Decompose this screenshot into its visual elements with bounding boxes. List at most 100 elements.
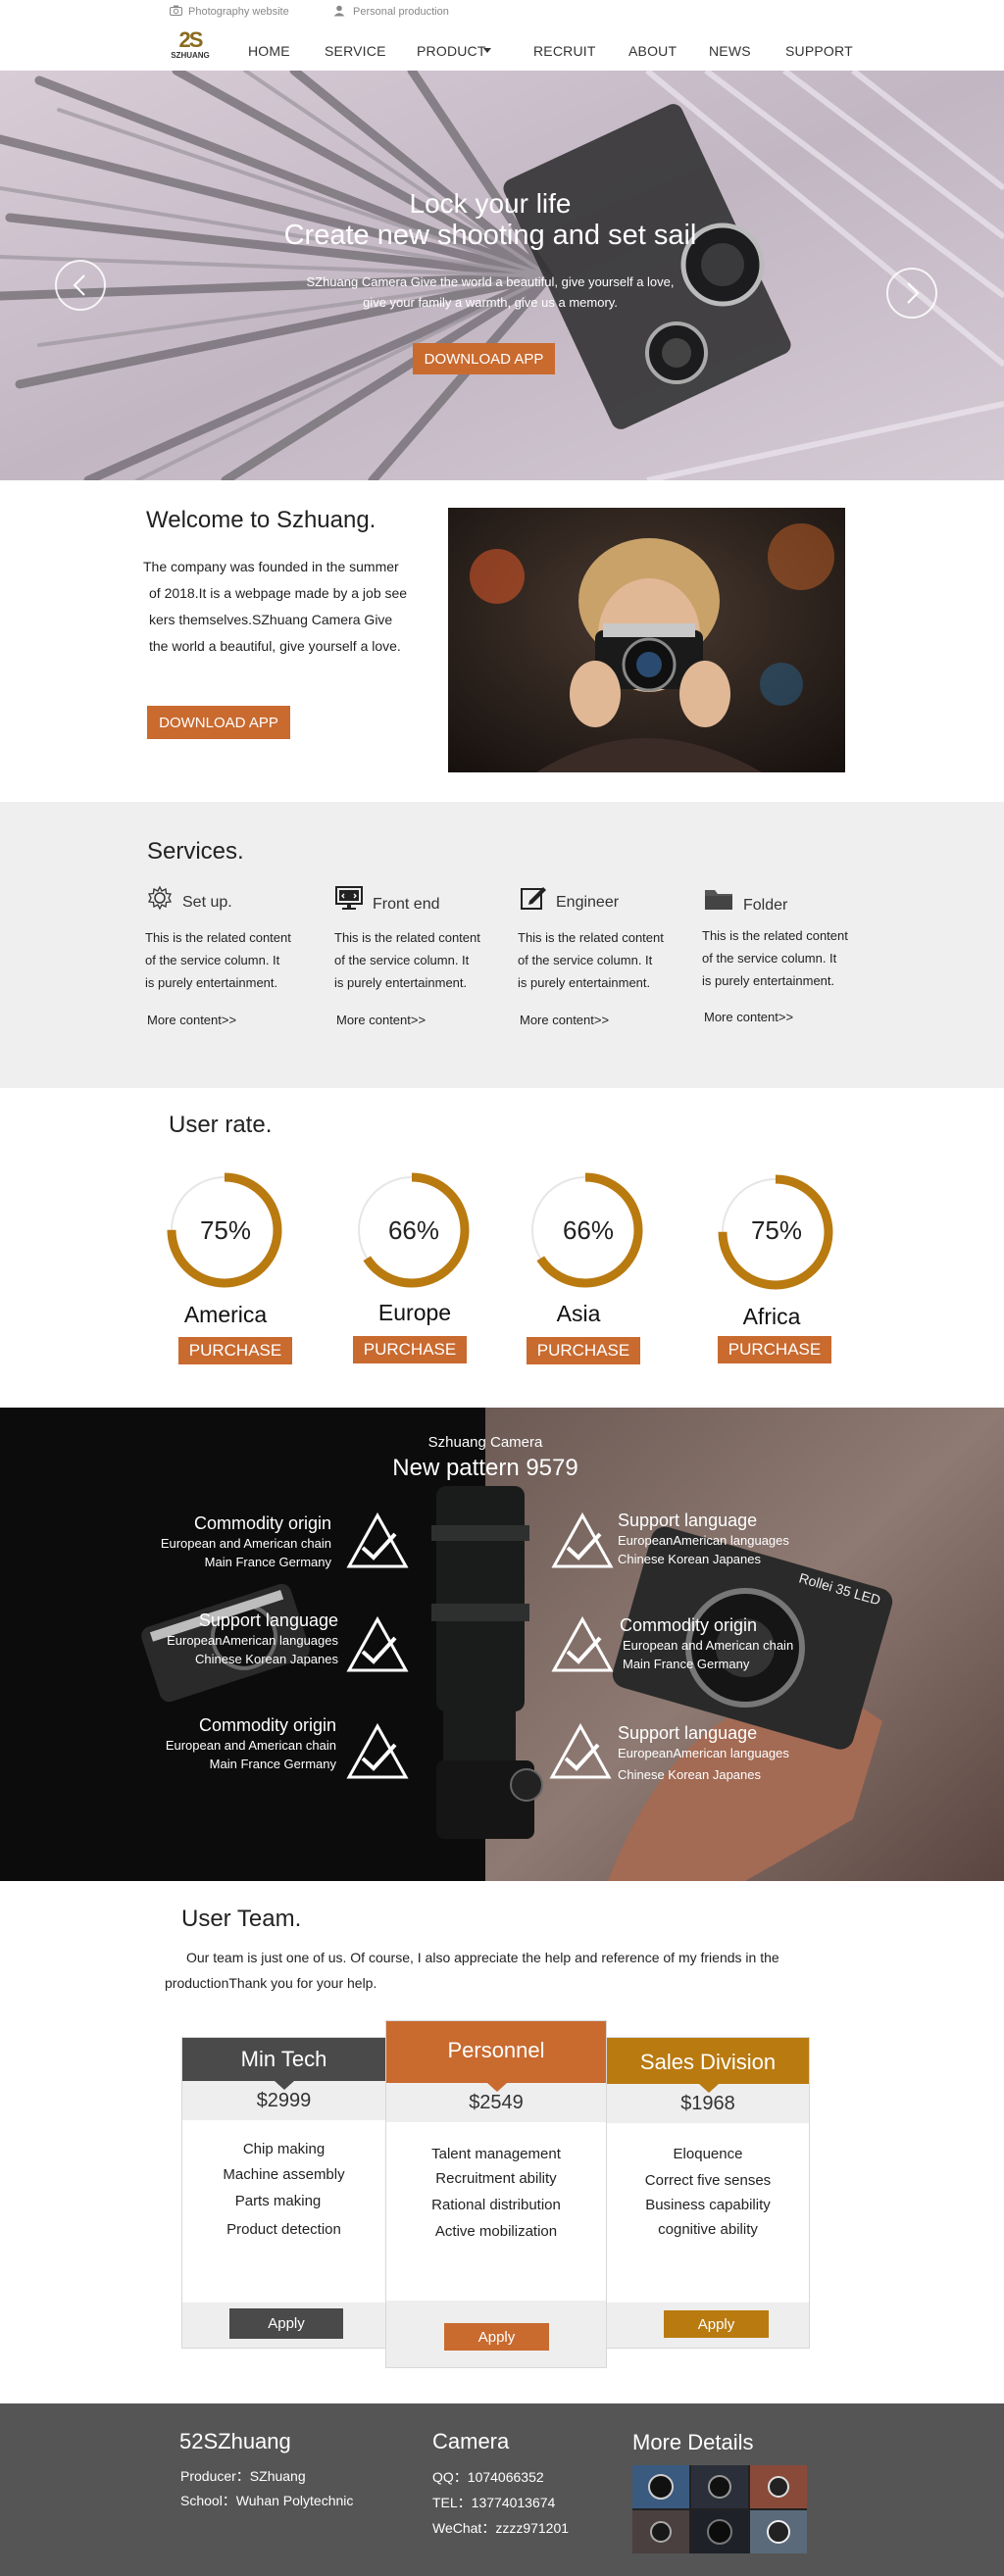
camera-small-icon — [170, 5, 182, 16]
hero-title-line1: Lock your life — [409, 188, 572, 219]
feature-line: Chinese Korean Japanes — [618, 1767, 761, 1782]
nav-about[interactable]: ABOUT — [628, 43, 677, 59]
service-desc-line: of the service column. It — [334, 953, 470, 967]
feature-line: EuropeanAmerican languages — [618, 1533, 789, 1548]
team-card: Personnel $2549 Talent management Recrui… — [385, 2020, 607, 2368]
feature-line: Main France Germany — [204, 1555, 331, 1569]
footer-gallery[interactable] — [632, 2465, 807, 2553]
hero-prev-arrow[interactable] — [55, 260, 106, 311]
hero-banner: Lock your life Create new shooting and s… — [0, 71, 1004, 480]
hero-desc-line2: give your family a warmth, give us a mem… — [363, 295, 618, 310]
topbar-right-text[interactable]: Personal production — [353, 6, 449, 18]
nav-home[interactable]: HOME — [248, 43, 290, 59]
service-desc-line: of the service column. It — [145, 953, 280, 967]
rate-region: Asia — [556, 1301, 601, 1326]
purchase-button[interactable]: PURCHASE — [178, 1337, 292, 1364]
footer: 52SZhuang Producer：SZhuang School：Wuhan … — [0, 2403, 1004, 2576]
service-desc: This is the related content of the servi… — [334, 926, 511, 994]
service-desc-line: is purely entertainment. — [518, 975, 651, 990]
service-more-link[interactable]: More content>> — [520, 1013, 609, 1027]
feature-title: Commodity origin — [198, 1715, 336, 1735]
service-desc-line: This is the related content — [518, 930, 664, 945]
card-item: Talent management — [431, 2146, 561, 2162]
footer-col2-title: Camera — [432, 2429, 510, 2453]
chevron-left-icon — [73, 274, 85, 296]
service-desc-line: This is the related content — [702, 928, 848, 943]
welcome-line: of 2018.It is a webpage made by a job se… — [149, 585, 408, 601]
service-more-link[interactable]: More content>> — [704, 1010, 793, 1024]
topbar-left-text[interactable]: Photography website — [188, 6, 289, 18]
triangle-check-icon — [346, 1511, 409, 1569]
service-desc-line: is purely entertainment. — [702, 973, 835, 988]
triangle-check-icon — [551, 1615, 614, 1673]
feature-title: Support language — [618, 1511, 758, 1530]
card-header: Min Tech — [182, 2038, 385, 2081]
footer-col1-title: 52SZhuang — [179, 2429, 291, 2453]
nav-support[interactable]: SUPPORT — [785, 43, 853, 59]
logo-mark: 2S — [178, 27, 204, 52]
chevron-right-icon — [907, 282, 920, 304]
footer-col1-line: Producer：SZhuang — [180, 2468, 306, 2484]
hero-next-arrow[interactable] — [886, 268, 937, 319]
card-header-notch — [487, 2083, 507, 2092]
purchase-button[interactable]: PURCHASE — [527, 1337, 640, 1364]
service-more-link[interactable]: More content>> — [336, 1013, 426, 1027]
footer-col2-line: TEL：13774013674 — [432, 2495, 556, 2510]
feature-title: Commodity origin — [620, 1615, 758, 1635]
nav-product[interactable]: PRODUCT — [417, 43, 486, 59]
card-item: Chip making — [242, 2141, 326, 2157]
triangle-check-icon — [551, 1511, 614, 1569]
card-item: Machine assembly — [223, 2166, 345, 2183]
apply-button[interactable]: Apply — [444, 2323, 549, 2351]
team-title: User Team. — [181, 1906, 302, 1932]
footer-col3-title: More Details — [632, 2430, 754, 2454]
pattern-title: New pattern 9579 — [392, 1455, 578, 1481]
card-item: Parts making — [234, 2193, 322, 2209]
feature-line: Chinese Korean Japanes — [618, 1552, 761, 1566]
purchase-button[interactable]: PURCHASE — [353, 1336, 467, 1363]
welcome-download-button[interactable]: DOWNLOAD APP — [147, 706, 290, 739]
logo[interactable]: 2S SZHUANG — [167, 29, 214, 65]
feature-line: EuropeanAmerican languages — [167, 1633, 338, 1648]
card-name: Min Tech — [240, 2047, 327, 2071]
product-caret-icon[interactable] — [483, 48, 491, 53]
logo-text: SZHUANG — [171, 51, 210, 60]
gear-icon — [147, 885, 173, 911]
card-header-notch — [275, 2081, 294, 2090]
service-more-link[interactable]: More content>> — [147, 1013, 236, 1027]
card-name: Sales Division — [639, 2050, 777, 2074]
hero-download-button[interactable]: DOWNLOAD APP — [413, 343, 555, 374]
nav-service[interactable]: SERVICE — [325, 43, 386, 59]
feature-line: European and American chain — [160, 1536, 331, 1551]
hero-title-line2: Create new shooting and set sail — [283, 220, 697, 251]
purchase-button[interactable]: PURCHASE — [718, 1336, 831, 1363]
pattern-feature-left: Commodity origin European and American c… — [137, 1513, 331, 1571]
card-item: Recruitment ability — [435, 2170, 557, 2187]
welcome-photo — [448, 508, 845, 772]
feature-line: European and American chain — [623, 1638, 794, 1653]
welcome-paragraph: The company was founded in the summer of… — [143, 554, 427, 660]
service-desc-line: is purely entertainment. — [145, 975, 278, 990]
card-item: Eloquence — [673, 2146, 743, 2162]
nav-news[interactable]: NEWS — [709, 43, 751, 59]
card-item: Correct five senses — [644, 2172, 772, 2189]
feature-title: Support language — [198, 1610, 338, 1630]
card-item: Product detection — [226, 2221, 341, 2238]
team-intro-line2: productionThank you for your help. — [165, 1975, 377, 1991]
service-desc-line: of the service column. It — [702, 951, 837, 966]
welcome-line: kers themselves.SZhuang Camera Give — [149, 612, 393, 627]
card-item: Rational distribution — [431, 2197, 561, 2213]
apply-button[interactable]: Apply — [229, 2308, 343, 2339]
footer-col2-line: WeChat：zzzz971201 — [432, 2520, 570, 2536]
service-desc-line: This is the related content — [334, 930, 480, 945]
page: Photography website Personal production … — [0, 0, 1004, 2576]
pattern-feature-right: Support language EuropeanAmerican langua… — [618, 1723, 853, 1784]
card-header: Sales Division — [607, 2038, 809, 2084]
team-card: Min Tech $2999 Chip making Machine assem… — [181, 2037, 386, 2349]
pattern-subtitle: Szhuang Camera — [427, 1434, 543, 1451]
apply-button[interactable]: Apply — [664, 2310, 769, 2338]
triangle-check-icon — [346, 1615, 409, 1673]
card-header-notch — [699, 2084, 719, 2093]
nav-recruit[interactable]: RECRUIT — [533, 43, 596, 59]
footer-col1-line: School：Wuhan Polytechnic — [180, 2493, 354, 2508]
